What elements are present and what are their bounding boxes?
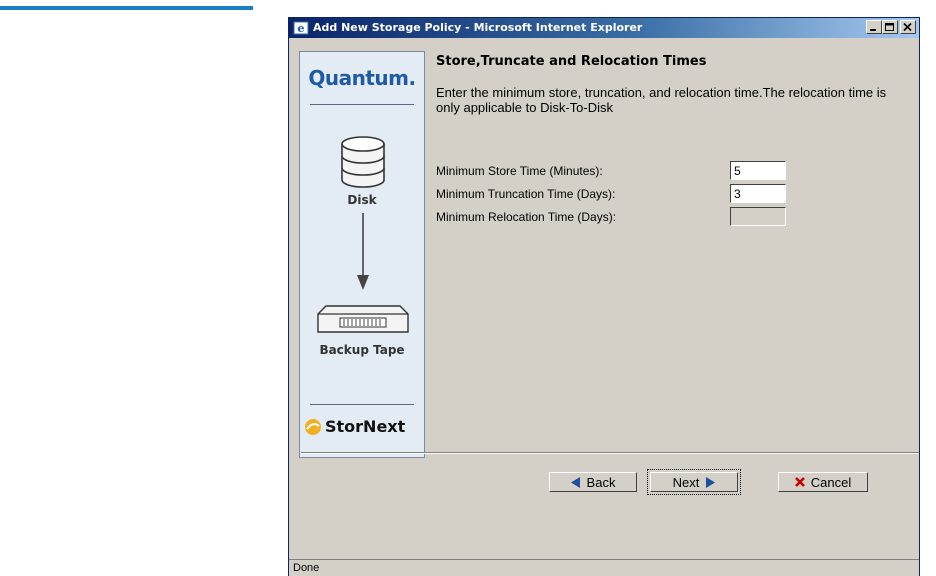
backup-tape-icon	[317, 305, 409, 333]
step-heading: Store,Truncate and Relocation Times	[436, 54, 707, 69]
next-button-label: Next	[672, 474, 700, 490]
browser-window: e Add New Storage Policy - Microsoft Int…	[288, 17, 920, 576]
back-button-label: Back	[586, 474, 616, 490]
window-controls	[866, 20, 916, 34]
internet-explorer-icon: e	[293, 21, 309, 35]
title-bar[interactable]: e Add New Storage Policy - Microsoft Int…	[289, 18, 919, 38]
arrow-right-icon	[706, 476, 716, 488]
window-title: Add New Storage Policy - Microsoft Inter…	[313, 21, 643, 34]
stornext-brand-text: StorNext	[325, 417, 406, 436]
close-button[interactable]	[900, 20, 916, 34]
cancel-button[interactable]: Cancel	[778, 472, 868, 492]
min-relocation-time-label: Minimum Relocation Time (Days):	[436, 210, 617, 224]
document-header-rule	[0, 6, 253, 10]
status-bar: Done	[289, 559, 919, 576]
maximize-button[interactable]	[882, 20, 898, 34]
cancel-x-icon	[794, 477, 805, 487]
svg-text:e: e	[298, 22, 305, 35]
button-separator	[301, 452, 919, 454]
arrow-left-icon	[570, 476, 580, 488]
status-text: Done	[293, 562, 320, 574]
wizard-side-panel: Quantum. Disk Backup Tape StorNext	[299, 51, 425, 458]
min-store-time-label: Minimum Store Time (Minutes):	[436, 164, 603, 178]
quantum-logo: Quantum.	[308, 66, 416, 90]
minimize-button[interactable]	[866, 20, 882, 34]
stornext-swirl-icon	[305, 418, 321, 435]
stornext-logo: StorNext	[304, 417, 424, 436]
min-store-time-input[interactable]	[730, 161, 786, 180]
back-button[interactable]: Back	[549, 472, 637, 492]
min-relocation-time-input	[730, 207, 786, 226]
brand-divider	[310, 404, 414, 405]
next-button[interactable]: Next	[647, 469, 741, 495]
cancel-button-label: Cancel	[810, 474, 852, 490]
maximize-icon	[885, 23, 894, 31]
minimize-icon	[870, 29, 876, 31]
disk-label: Disk	[347, 193, 377, 207]
backup-tape-label: Backup Tape	[319, 343, 405, 357]
min-truncation-time-label: Minimum Truncation Time (Days):	[436, 187, 616, 201]
logo-divider	[310, 104, 414, 105]
step-instructions: Enter the minimum store, truncation, and…	[436, 85, 887, 115]
close-icon	[903, 23, 912, 32]
arrow-down-icon	[357, 213, 369, 290]
disk-icon	[341, 136, 385, 188]
min-truncation-time-input[interactable]	[730, 184, 786, 203]
